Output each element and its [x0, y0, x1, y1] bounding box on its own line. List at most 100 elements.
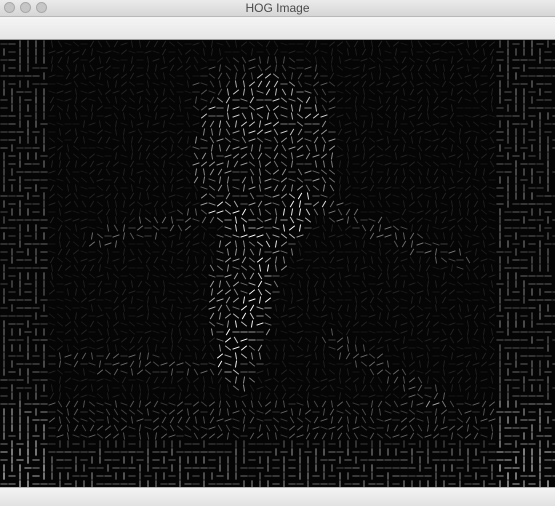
hog-gradient-stroke [424, 161, 432, 167]
hog-gradient-stroke [136, 409, 144, 415]
hog-gradient-stroke [352, 409, 360, 415]
hog-gradient-stroke [441, 216, 447, 224]
hog-gradient-stroke [297, 240, 303, 248]
hog-gradient-stroke [472, 178, 480, 182]
hog-gradient-stroke [130, 416, 134, 424]
hog-gradient-stroke [194, 96, 198, 104]
hog-gradient-stroke [360, 161, 368, 167]
hog-gradient-stroke [161, 264, 167, 272]
hog-gradient-stroke [474, 352, 478, 360]
hog-gradient-stroke [450, 352, 454, 360]
hog-gradient-stroke [338, 352, 342, 360]
hog-gradient-stroke [369, 176, 375, 184]
hog-gradient-stroke [465, 176, 471, 184]
hog-gradient-stroke [472, 209, 480, 215]
hog-gradient-stroke [416, 58, 424, 62]
hog-gradient-stroke [306, 296, 310, 304]
hog-gradient-stroke [394, 48, 398, 56]
hog-gradient-stroke [370, 408, 374, 416]
hog-gradient-stroke [112, 90, 120, 94]
hog-gradient-stroke [360, 321, 368, 327]
hog-gradient-stroke [234, 80, 238, 88]
hog-gradient-stroke [144, 217, 152, 223]
hog-gradient-stroke [98, 72, 102, 80]
hog-gradient-stroke [386, 312, 390, 320]
hog-gradient-stroke [176, 186, 184, 190]
hog-gradient-stroke [58, 384, 62, 392]
hog-gradient-stroke [448, 81, 456, 87]
hog-gradient-stroke [440, 322, 448, 326]
hog-gradient-stroke [122, 432, 126, 440]
hog-gradient-stroke [264, 378, 272, 382]
hog-gradient-stroke [376, 138, 384, 142]
hog-gradient-stroke [152, 225, 160, 231]
hog-gradient-stroke [112, 289, 120, 295]
hog-gradient-stroke [58, 376, 62, 384]
hog-gradient-stroke [368, 345, 376, 351]
hog-gradient-stroke [248, 345, 256, 351]
hog-gradient-stroke [122, 256, 126, 264]
hog-gradient-stroke [242, 376, 246, 384]
hog-gradient-stroke [138, 208, 142, 216]
hog-gradient-stroke [288, 193, 296, 199]
hog-gradient-stroke [176, 249, 184, 255]
hog-gradient-stroke [120, 154, 128, 158]
hog-gradient-stroke [154, 232, 158, 240]
hog-gradient-stroke [385, 200, 391, 208]
hog-gradient-stroke [58, 112, 62, 120]
hog-gradient-stroke [234, 216, 238, 224]
hog-gradient-stroke [88, 289, 96, 295]
hog-gradient-stroke [448, 370, 456, 374]
hog-gradient-stroke [130, 40, 134, 48]
hog-gradient-stroke [168, 273, 176, 279]
hog-gradient-stroke [458, 248, 462, 256]
hog-gradient-stroke [153, 400, 159, 408]
hog-gradient-stroke [305, 312, 311, 320]
hog-gradient-stroke [96, 146, 104, 150]
hog-gradient-stroke [145, 40, 151, 48]
hog-gradient-stroke [489, 336, 495, 344]
hog-gradient-stroke [162, 392, 166, 400]
hog-gradient-stroke [417, 200, 423, 208]
hog-gradient-stroke [458, 160, 462, 168]
hog-gradient-stroke [65, 312, 71, 320]
hog-gradient-stroke [322, 280, 326, 288]
hog-gradient-stroke [336, 234, 344, 238]
hog-gradient-stroke [416, 274, 424, 278]
hog-gradient-stroke [168, 234, 176, 238]
hog-gradient-stroke [64, 362, 72, 366]
hog-gradient-stroke [80, 226, 88, 230]
hog-gradient-stroke [192, 105, 200, 111]
hog-gradient-stroke [168, 57, 176, 63]
hog-gradient-stroke [408, 201, 416, 207]
hog-gradient-stroke [226, 88, 230, 96]
hog-gradient-stroke [138, 152, 142, 160]
hog-gradient-stroke [218, 384, 222, 392]
hog-gradient-stroke [106, 272, 110, 280]
hog-gradient-stroke [346, 176, 350, 184]
hog-gradient-stroke [288, 362, 296, 366]
hog-gradient-stroke [258, 160, 262, 168]
hog-gradient-stroke [280, 137, 288, 143]
title-bar[interactable]: HOG Image [0, 0, 555, 17]
hog-gradient-stroke [216, 258, 224, 262]
hog-gradient-stroke [488, 362, 496, 366]
hog-gradient-stroke [289, 256, 295, 264]
hog-gradient-stroke [369, 184, 375, 192]
hog-gradient-stroke [106, 248, 110, 256]
hog-gradient-stroke [353, 216, 359, 224]
hog-gradient-stroke [144, 177, 152, 183]
hog-gradient-stroke [194, 168, 198, 176]
hog-gradient-stroke [184, 90, 192, 94]
hog-gradient-stroke [352, 321, 360, 327]
hog-gradient-stroke [168, 282, 176, 286]
hog-gradient-stroke [240, 353, 248, 359]
hog-gradient-stroke [209, 80, 215, 88]
hog-gradient-stroke [456, 417, 464, 423]
hog-gradient-stroke [465, 360, 471, 368]
hog-gradient-stroke [88, 346, 96, 350]
hog-gradient-stroke [288, 146, 296, 150]
hog-gradient-stroke [482, 48, 486, 56]
hog-gradient-stroke [73, 256, 79, 264]
hog-gradient-stroke [472, 346, 480, 350]
